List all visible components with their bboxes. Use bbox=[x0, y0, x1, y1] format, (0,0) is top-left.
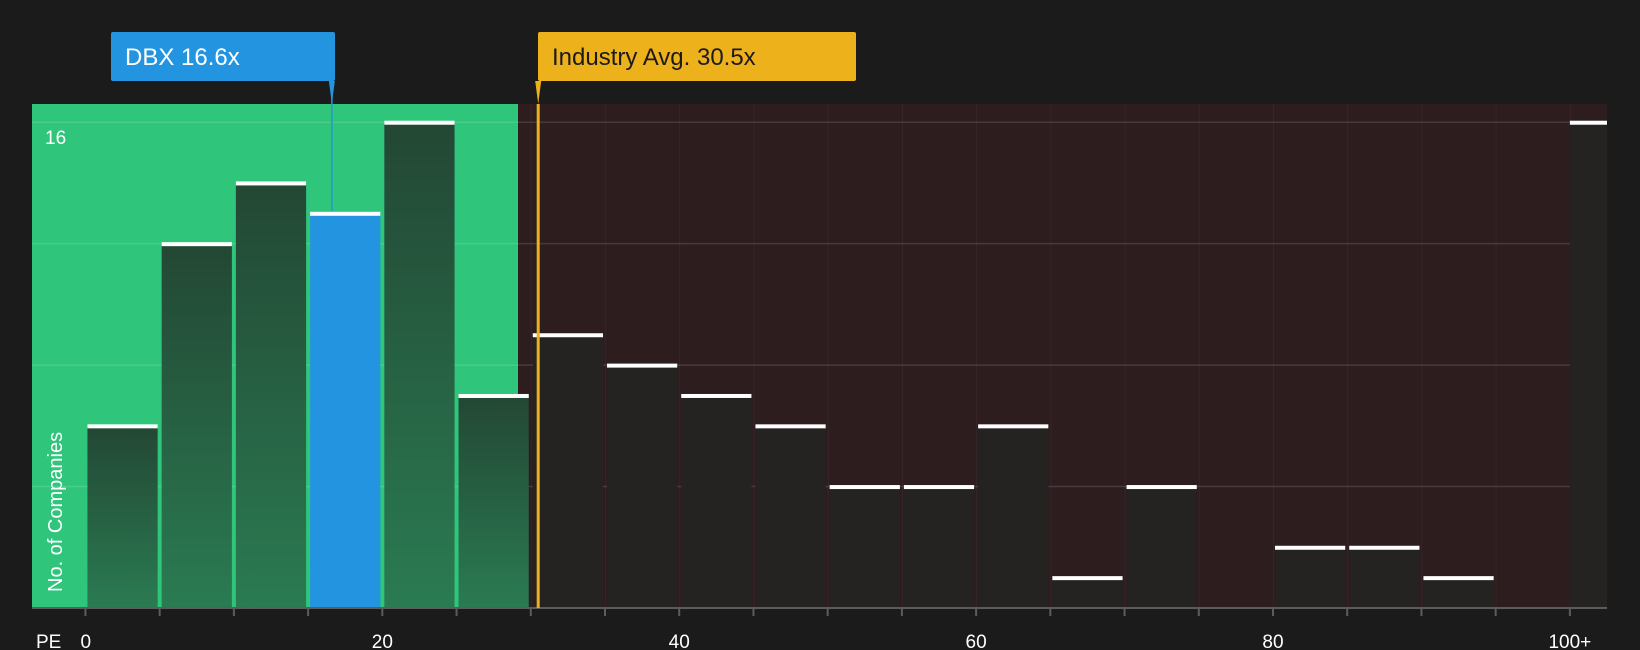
bar-cap bbox=[1569, 120, 1607, 125]
bar-cap bbox=[978, 424, 1049, 429]
x-axis-ticks: 0 20 40 60 80 100+ bbox=[80, 608, 1591, 650]
bar-cap bbox=[1349, 545, 1420, 550]
bar-cap bbox=[161, 242, 232, 247]
histogram-bar bbox=[755, 425, 826, 608]
histogram-bar bbox=[1126, 486, 1197, 608]
histogram-bar bbox=[532, 334, 603, 608]
bar-cap bbox=[1052, 576, 1123, 581]
bar-cap bbox=[235, 181, 307, 186]
x-tick-label: 80 bbox=[1262, 632, 1283, 650]
marker-callout-label: DBX 16.6x bbox=[125, 44, 240, 71]
histogram-bar bbox=[384, 122, 455, 609]
bar-cap bbox=[458, 393, 529, 398]
bar-cap bbox=[87, 424, 158, 429]
x-axis-title: PE bbox=[36, 632, 61, 650]
histogram-bar bbox=[1274, 547, 1346, 608]
bar-cap bbox=[1274, 545, 1346, 550]
histogram-bar bbox=[1349, 547, 1420, 608]
x-tick-label: 60 bbox=[966, 632, 987, 650]
y-axis-title: No. of Companies bbox=[45, 432, 67, 592]
histogram-bar bbox=[829, 486, 900, 608]
bar-cap bbox=[903, 485, 975, 490]
bar-cap bbox=[755, 424, 826, 429]
histogram-bar bbox=[903, 486, 975, 608]
x-tick-label: 100+ bbox=[1548, 632, 1591, 650]
histogram-bar bbox=[978, 425, 1049, 608]
histogram-bar bbox=[1423, 577, 1494, 608]
histogram-bar bbox=[1569, 122, 1607, 609]
x-tick-label: 20 bbox=[372, 632, 393, 650]
histogram-bar bbox=[606, 365, 678, 608]
histogram-bar bbox=[310, 213, 381, 608]
bar-cap bbox=[1126, 485, 1197, 490]
bar-cap bbox=[681, 393, 752, 398]
histogram-bar bbox=[87, 425, 158, 608]
histogram-bar bbox=[681, 395, 752, 608]
bar-cap bbox=[606, 363, 678, 368]
histogram-bar bbox=[235, 182, 307, 608]
y-max-label: 16 bbox=[45, 128, 66, 149]
x-tick-label: 40 bbox=[669, 632, 690, 650]
bar-cap bbox=[310, 211, 381, 216]
marker-callout-label: Industry Avg. 30.5x bbox=[552, 44, 756, 71]
bar-cap bbox=[384, 120, 455, 125]
pe-distribution-chart: 0 20 40 60 80 100+ DBX 16.6x Industry Avg. 30.… bbox=[32, 32, 1607, 650]
bar-cap bbox=[829, 485, 900, 490]
histogram-bar bbox=[458, 395, 529, 608]
bar-cap bbox=[532, 333, 603, 338]
histogram-bar bbox=[1052, 577, 1123, 608]
x-tick-label: 0 bbox=[80, 632, 91, 650]
bar-cap bbox=[1423, 576, 1494, 581]
histogram-bar bbox=[161, 243, 232, 608]
